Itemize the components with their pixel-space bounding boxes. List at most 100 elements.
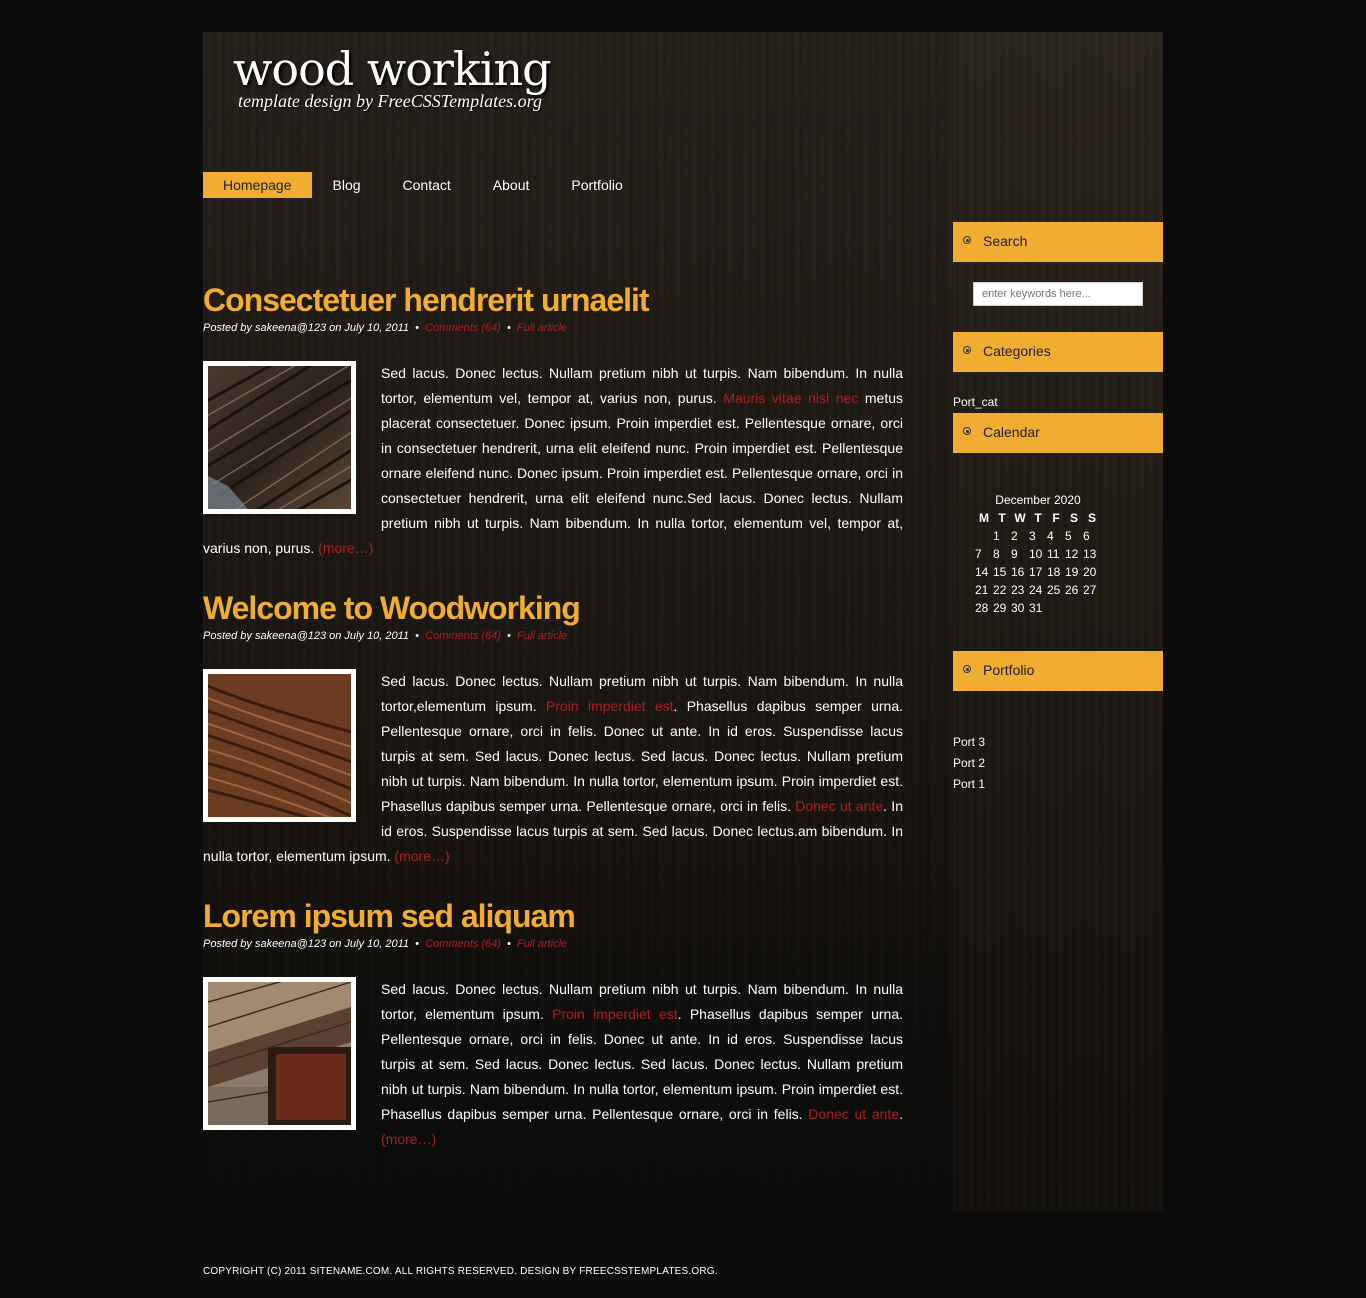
post-title[interactable]: Welcome to Woodworking bbox=[203, 590, 903, 626]
calendar-week: 123456 bbox=[975, 527, 1101, 545]
post-author-date: Posted by sakeena@123 on July 10, 2011 bbox=[203, 938, 410, 950]
post: Welcome to Woodworking Posted by sakeena… bbox=[202, 590, 903, 869]
categories-title: Categories bbox=[983, 343, 1051, 359]
calendar-day[interactable]: 22 bbox=[993, 581, 1011, 599]
calendar-week: 21 22 23 24 25 26 27 bbox=[975, 581, 1101, 599]
calendar-title: Calendar bbox=[983, 424, 1040, 440]
calendar-day[interactable]: 7 bbox=[975, 545, 993, 563]
calendar-day[interactable]: 18 bbox=[1047, 563, 1065, 581]
search-box-header: Search bbox=[953, 222, 1163, 262]
calendar-day[interactable]: 3 bbox=[1029, 527, 1047, 545]
calendar-day[interactable]: 25 bbox=[1047, 581, 1065, 599]
main-menu: Homepage Blog Contact About Portfolio bbox=[203, 172, 644, 198]
full-article-link[interactable]: Full article bbox=[517, 630, 567, 642]
post-inline-link[interactable]: Proin imperdiet est bbox=[546, 698, 674, 714]
comments-link[interactable]: Comments (64) bbox=[425, 322, 501, 334]
calendar-day[interactable]: 17 bbox=[1029, 563, 1047, 581]
more-link[interactable]: (more…) bbox=[381, 1131, 436, 1147]
post-byline: Posted by sakeena@123 on July 10, 2011 •… bbox=[203, 630, 568, 642]
calendar-day[interactable]: 26 bbox=[1065, 581, 1083, 599]
calendar-body: 1 2 3 4 5 6 7 8 9 10 11 12 13 14 15 16 17 18 19 20 21 22 23 24 2… bbox=[975, 527, 1101, 617]
post-inline-link[interactable]: Proin imperdiet est bbox=[552, 1006, 678, 1022]
calendar-day[interactable]: 28 bbox=[975, 599, 993, 617]
calendar-day[interactable]: 9 bbox=[1011, 545, 1029, 563]
post-byline: Posted by sakeena@123 on July 10, 2011 •… bbox=[203, 322, 568, 334]
post-title[interactable]: Lorem ipsum sed aliquam bbox=[203, 898, 903, 934]
calendar-day[interactable]: 29 bbox=[993, 599, 1011, 617]
post: Consectetuer hendrerit urnaelit Posted b… bbox=[197, 282, 903, 561]
weekday-header: S bbox=[1087, 511, 1096, 525]
portfolio-box-header: Portfolio bbox=[953, 651, 1163, 691]
post-thumbnail[interactable] bbox=[197, 354, 359, 518]
calendar-caption: December 2020 bbox=[995, 493, 1081, 507]
calendar-day[interactable]: 12 bbox=[1065, 545, 1083, 563]
post-thumbnail[interactable] bbox=[202, 669, 359, 826]
calendar-day[interactable]: 13 bbox=[1083, 545, 1101, 563]
calendar-day[interactable]: 20 bbox=[1083, 563, 1101, 581]
menu-item-blog[interactable]: Blog bbox=[312, 172, 382, 198]
post-thumbnail[interactable] bbox=[203, 961, 356, 1130]
calendar-day[interactable]: 27 bbox=[1083, 581, 1101, 599]
menu-item-about[interactable]: About bbox=[472, 172, 551, 198]
weekday-header: F bbox=[1052, 511, 1060, 525]
site-title[interactable]: wood working bbox=[233, 42, 552, 96]
post-text: . bbox=[899, 1106, 904, 1122]
bullet-icon bbox=[963, 665, 971, 673]
calendar-day bbox=[1083, 599, 1101, 617]
weekday-header: W bbox=[1014, 511, 1026, 525]
comments-link[interactable]: Comments (64) bbox=[425, 938, 501, 950]
comments-link[interactable]: Comments (64) bbox=[425, 630, 501, 642]
search-input[interactable] bbox=[973, 282, 1143, 306]
footer-copyright: COPYRIGHT (C) 2011 SITENAME.COM. ALL RIG… bbox=[203, 1266, 718, 1277]
post-title[interactable]: Consectetuer hendrerit urnaelit bbox=[203, 282, 903, 318]
calendar-day[interactable]: 31 bbox=[1029, 599, 1047, 617]
calendar-day[interactable]: 15 bbox=[993, 563, 1011, 581]
calendar-day[interactable]: 14 bbox=[975, 563, 993, 581]
calendar-day bbox=[975, 527, 993, 545]
calendar-day[interactable]: 4 bbox=[1047, 527, 1065, 545]
calendar-day[interactable]: 10 bbox=[1029, 545, 1047, 563]
category-link[interactable]: Port_cat bbox=[953, 395, 998, 409]
post-inline-link[interactable]: Donec ut ante bbox=[795, 798, 883, 814]
calendar-day[interactable]: 1 bbox=[993, 527, 1011, 545]
calendar-day[interactable]: 11 bbox=[1047, 545, 1065, 563]
calendar-day[interactable]: 5 bbox=[1065, 527, 1083, 545]
menu-item-homepage[interactable]: Homepage bbox=[203, 172, 312, 198]
bullet-icon bbox=[963, 346, 971, 354]
more-link[interactable]: (more…) bbox=[394, 848, 449, 864]
wood-image-3 bbox=[207, 961, 352, 1125]
categories-box-header: Categories bbox=[953, 332, 1163, 372]
weekday-header: T bbox=[998, 511, 1006, 525]
calendar-day[interactable]: 23 bbox=[1011, 581, 1029, 599]
portfolio-link[interactable]: Port 1 bbox=[953, 777, 985, 791]
menu-item-portfolio[interactable]: Portfolio bbox=[550, 172, 643, 198]
more-link[interactable]: (more…) bbox=[318, 540, 373, 556]
post-text: . Phasellus dapibus semper urna. Pellent… bbox=[381, 698, 903, 814]
portfolio-link[interactable]: Port 3 bbox=[953, 735, 985, 749]
calendar-day[interactable]: 24 bbox=[1029, 581, 1047, 599]
full-article-link[interactable]: Full article bbox=[517, 322, 567, 334]
calendar-day[interactable]: 2 bbox=[1011, 527, 1029, 545]
portfolio-link[interactable]: Port 2 bbox=[953, 756, 985, 770]
calendar-day[interactable]: 19 bbox=[1065, 563, 1083, 581]
bullet-icon bbox=[963, 427, 971, 435]
calendar-day[interactable]: 30 bbox=[1011, 599, 1029, 617]
post-author-date: Posted by sakeena@123 on July 10, 2011 bbox=[203, 630, 410, 642]
post: Lorem ipsum sed aliquam Posted by sakeen… bbox=[203, 898, 903, 1152]
full-article-link[interactable]: Full article bbox=[517, 938, 567, 950]
post-inline-link[interactable]: Mauris vitae nisl nec bbox=[723, 390, 858, 406]
weekday-header: S bbox=[1069, 511, 1078, 525]
calendar-table: M T W T F S S 1 2 3 4 5 6 7 8 9 10 11 12 13 14 15 16 17 1… bbox=[975, 509, 1101, 617]
menu-item-contact[interactable]: Contact bbox=[382, 172, 472, 198]
calendar-day[interactable]: 16 bbox=[1011, 563, 1029, 581]
calendar-day[interactable]: 21 bbox=[975, 581, 993, 599]
post-inline-link[interactable]: Donec ut ante bbox=[808, 1106, 899, 1122]
calendar-day[interactable]: 6 bbox=[1083, 527, 1101, 545]
weekday-header: M bbox=[979, 511, 989, 525]
search-title: Search bbox=[983, 233, 1028, 249]
site-subtitle: template design by FreeCSSTemplates.org bbox=[238, 91, 542, 111]
sidebar-background bbox=[953, 32, 1163, 1212]
calendar-day[interactable]: 8 bbox=[993, 545, 1011, 563]
post-byline: Posted by sakeena@123 on July 10, 2011 •… bbox=[203, 938, 568, 950]
calendar-box-header: Calendar bbox=[953, 413, 1163, 453]
